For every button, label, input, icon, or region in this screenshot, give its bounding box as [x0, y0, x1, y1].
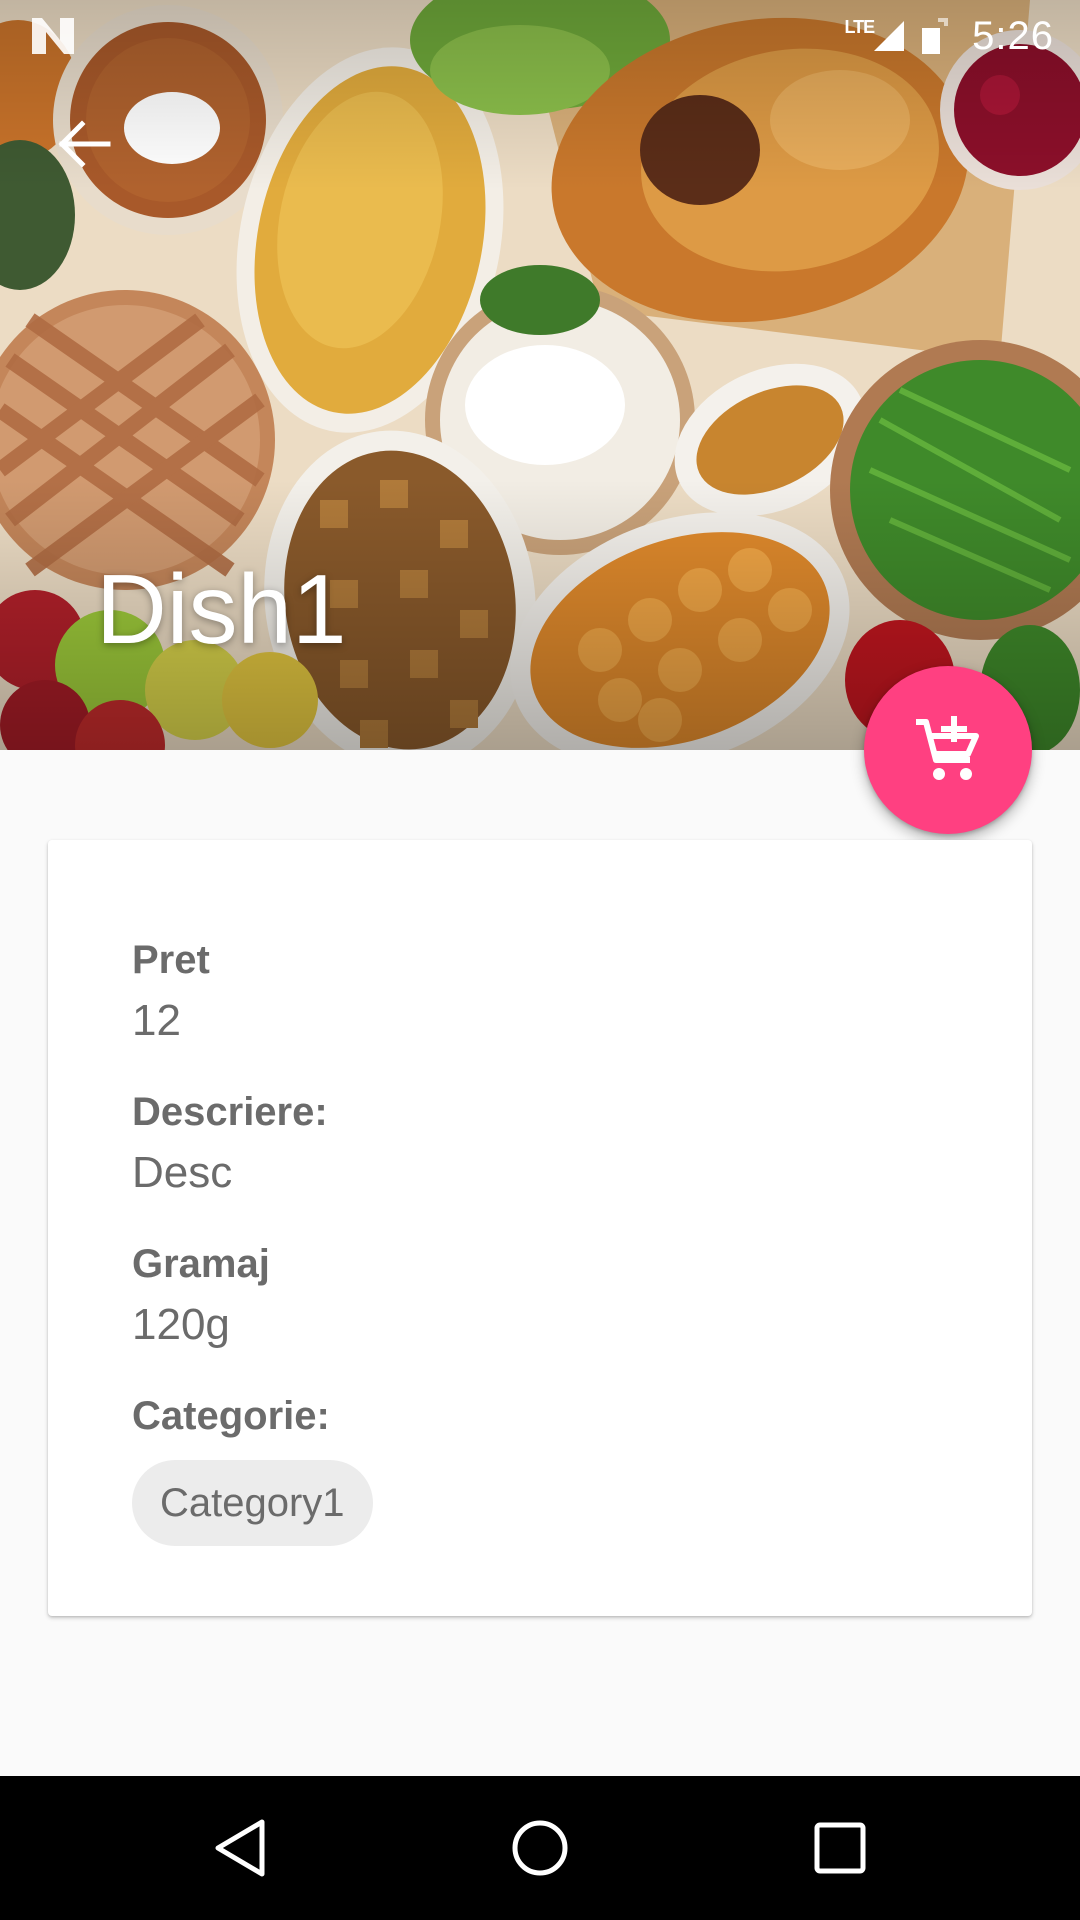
signal-icon	[874, 21, 905, 51]
price-label: Pret	[132, 938, 210, 982]
weight-label: Gramaj	[132, 1242, 270, 1286]
description-label: Descriere:	[132, 1090, 328, 1134]
dish-detail-screen: LTE 5:26 Dish1 Pret 12 Descriere: Desc G…	[0, 0, 1080, 1920]
status-icons: LTE 5:26	[844, 8, 1054, 64]
nav-recents-icon	[814, 1822, 866, 1874]
category-label: Categorie:	[132, 1394, 330, 1438]
network-type-label: LTE	[844, 16, 875, 37]
arrow-back-icon	[58, 120, 111, 168]
back-button[interactable]	[44, 108, 124, 180]
navigation-bar	[0, 1776, 1080, 1920]
nav-back-button[interactable]	[160, 1776, 320, 1920]
dish-details-card: Pret 12 Descriere: Desc Gramaj 120g Cate…	[48, 840, 1032, 1616]
category-chip[interactable]: Category1	[132, 1460, 373, 1546]
weight-value: 120g	[132, 1300, 230, 1349]
nav-recents-button[interactable]	[760, 1776, 920, 1920]
add-shopping-cart-icon	[916, 716, 979, 780]
description-value: Desc	[132, 1148, 233, 1197]
price-value: 12	[132, 996, 181, 1045]
dish-title: Dish1	[96, 554, 347, 664]
nav-back-icon	[215, 1819, 265, 1877]
status-time: 5:26	[972, 13, 1054, 58]
add-to-cart-button[interactable]	[864, 666, 1032, 834]
notification-n-icon	[32, 18, 74, 54]
battery-icon	[922, 18, 949, 54]
nav-home-button[interactable]	[460, 1776, 620, 1920]
status-bar: LTE 5:26	[0, 0, 1080, 72]
nav-home-icon	[512, 1820, 568, 1876]
